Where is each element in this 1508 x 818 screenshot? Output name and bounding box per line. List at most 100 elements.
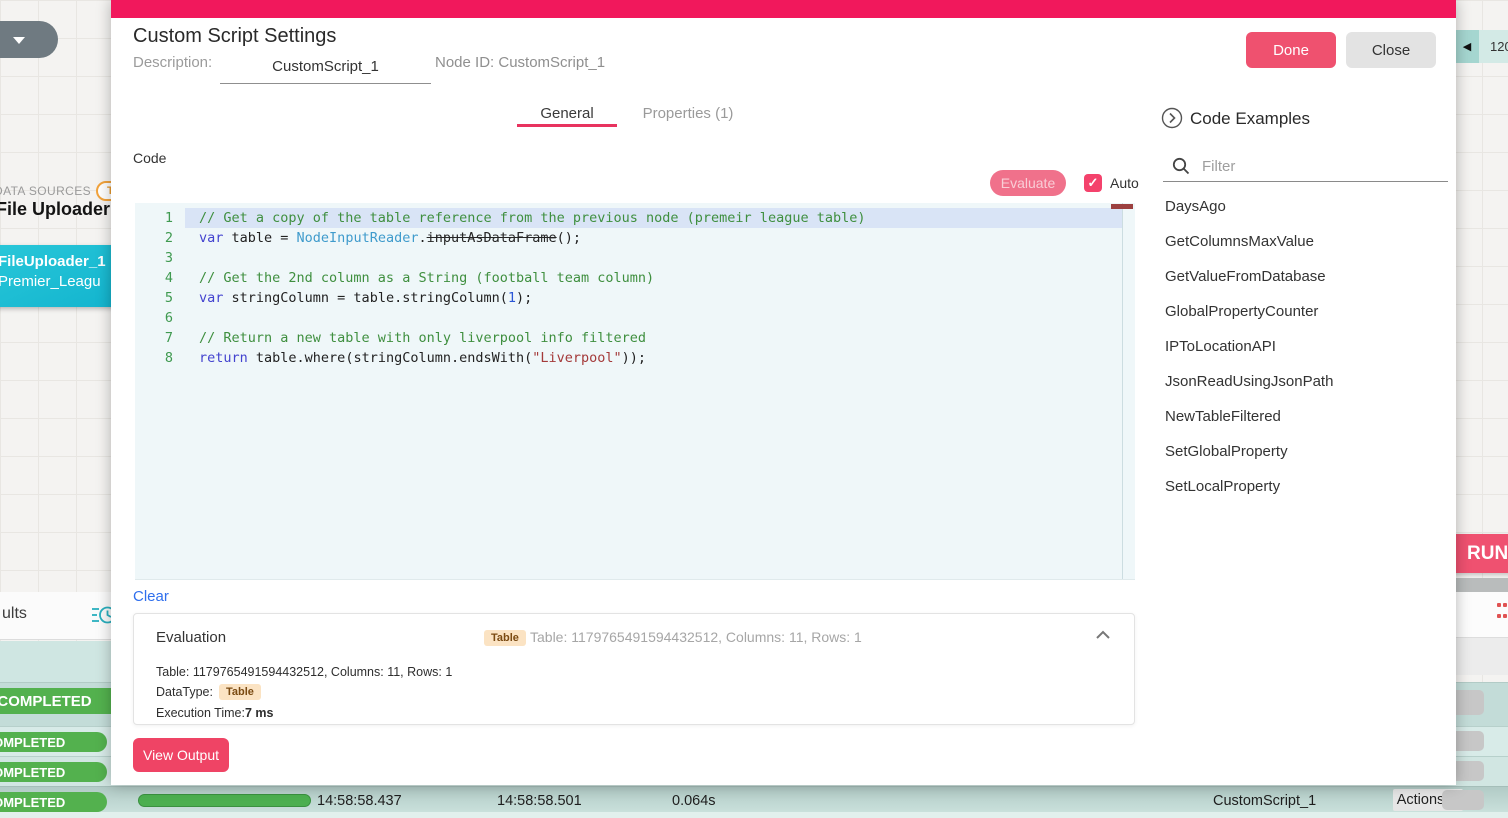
example-item-getcolumnsmaxvalue[interactable]: GetColumnsMaxValue <box>1165 224 1445 259</box>
evaluate-button[interactable]: Evaluate <box>990 170 1066 196</box>
zoom-level-value: 120 <box>1479 30 1508 63</box>
code-text: // Return a new table with only liverpoo… <box>185 328 1122 348</box>
auto-checkbox[interactable]: ✓ <box>1084 174 1102 192</box>
code-editor[interactable]: 1// Get a copy of the table reference fr… <box>135 203 1135 580</box>
status-badge: COMPLETED <box>0 792 107 812</box>
dialog-accent-bar <box>111 0 1456 18</box>
line-number: 5 <box>135 288 185 308</box>
data-sources-section-label: DATA SOURCES <box>0 184 91 198</box>
code-text: // Get a copy of the table reference fro… <box>185 208 1122 228</box>
line-number: 2 <box>135 228 185 248</box>
description-input[interactable] <box>220 50 431 84</box>
datatype-label: DataType: <box>156 685 213 699</box>
red-marker-icon <box>1497 614 1501 618</box>
table-footer-strip <box>0 812 1508 818</box>
start-timestamp: 14:58:58.437 <box>317 793 402 809</box>
tab-properties[interactable]: Properties (1) <box>629 98 747 128</box>
results-panel-header: ults <box>0 592 111 640</box>
results-table-spacer <box>0 641 111 682</box>
filter-underline <box>1163 181 1448 182</box>
row-action-chip[interactable] <box>1442 790 1484 810</box>
code-text <box>185 308 1122 328</box>
example-item-jsonreadusingjsonpath[interactable]: JsonReadUsingJsonPath <box>1165 364 1445 399</box>
execution-time-row: Execution Time:7 ms <box>156 706 273 720</box>
editor-scrollbar[interactable] <box>1122 203 1135 579</box>
progress-bar <box>138 794 311 807</box>
code-section-label: Code <box>133 150 166 166</box>
example-item-setlocalproperty[interactable]: SetLocalProperty <box>1165 469 1445 504</box>
custom-script-settings-dialog: Custom Script Settings Description: Node… <box>111 0 1456 785</box>
line-number: 6 <box>135 308 185 328</box>
node-id-label: Node ID: CustomScript_1 <box>435 54 605 71</box>
line-number: 1 <box>135 208 185 228</box>
chevron-up-icon[interactable] <box>1094 628 1112 646</box>
code-text: // Get the 2nd column as a String (footb… <box>185 268 1122 288</box>
triangle-left-icon: ◀ <box>1463 40 1471 53</box>
status-badge: COMPLETED <box>0 762 107 782</box>
chevron-down-icon <box>13 37 25 44</box>
close-button[interactable]: Close <box>1346 32 1436 68</box>
line-number: 7 <box>135 328 185 348</box>
code-line[interactable]: 4// Get the 2nd column as a String (foot… <box>135 268 1135 288</box>
right-panel-fragment <box>1456 592 1508 638</box>
code-examples-list: DaysAgoGetColumnsMaxValueGetValueFromDat… <box>1165 189 1445 504</box>
example-item-globalpropertycounter[interactable]: GlobalPropertyCounter <box>1165 294 1445 329</box>
evaluation-panel: Evaluation Table Table: 1179765491594432… <box>133 613 1135 725</box>
example-item-setglobalproperty[interactable]: SetGlobalProperty <box>1165 434 1445 469</box>
code-text: var table = NodeInputReader.inputAsDataF… <box>185 228 1122 248</box>
view-output-button[interactable]: View Output <box>133 738 229 772</box>
code-examples-title: Code Examples <box>1190 109 1310 129</box>
datatype-badge: Table <box>219 684 261 700</box>
deprecation-ruler-marker <box>1111 204 1133 209</box>
code-line[interactable]: 2var table = NodeInputReader.inputAsData… <box>135 228 1135 248</box>
row-node-name: CustomScript_1 <box>1213 793 1316 809</box>
execution-time-value: 7 ms <box>245 706 274 720</box>
auto-checkbox-label: Auto <box>1110 175 1139 191</box>
code-text <box>185 248 1122 268</box>
right-gray-zone <box>1456 638 1508 675</box>
collapse-panel-chevron-icon[interactable] <box>1161 107 1183 134</box>
execution-time-label: Execution Time: <box>156 706 245 720</box>
evaluation-summary: Table: 1179765491594432512, Columns: 11,… <box>530 629 862 645</box>
code-line[interactable]: 8return table.where(stringColumn.endsWit… <box>135 348 1135 368</box>
example-item-newtablefiltered[interactable]: NewTableFiltered <box>1165 399 1445 434</box>
example-item-getvaluefromdatabase[interactable]: GetValueFromDatabase <box>1165 259 1445 294</box>
zoom-collapse-button[interactable]: ◀ <box>1455 30 1479 63</box>
line-number: 3 <box>135 248 185 268</box>
code-line[interactable]: 6 <box>135 308 1135 328</box>
code-line[interactable]: 5var stringColumn = table.stringColumn(1… <box>135 288 1135 308</box>
active-tab-underline <box>517 124 617 127</box>
duration-value: 0.064s <box>672 793 716 809</box>
code-text: var stringColumn = table.stringColumn(1)… <box>185 288 1122 308</box>
examples-filter-input[interactable] <box>1202 152 1448 180</box>
description-label: Description: <box>133 54 212 71</box>
code-line[interactable]: 3 <box>135 248 1135 268</box>
dialog-title: Custom Script Settings <box>133 25 336 48</box>
code-text: return table.where(stringColumn.endsWith… <box>185 348 1122 368</box>
red-marker-icon <box>1503 603 1507 607</box>
status-badge: COMPLETED <box>0 732 107 752</box>
done-button[interactable]: Done <box>1246 32 1336 68</box>
table-type-badge: Table <box>484 630 526 646</box>
evaluation-title: Evaluation <box>156 629 226 646</box>
actions-label: Actions <box>1397 792 1445 808</box>
collapsed-toolbar-button[interactable] <box>0 21 58 58</box>
evaluation-detail: Table: 1179765491594432512, Columns: 11,… <box>156 665 452 679</box>
search-icon <box>1172 157 1190 180</box>
line-number: 4 <box>135 268 185 288</box>
file-uploader-label: File Uploader <box>0 199 110 220</box>
end-timestamp: 14:58:58.501 <box>497 793 582 809</box>
run-button[interactable]: RUN <box>1448 534 1508 573</box>
line-number: 8 <box>135 348 185 368</box>
code-line[interactable]: 1// Get a copy of the table reference fr… <box>135 208 1135 228</box>
example-item-iptolocationapi[interactable]: IPToLocationAPI <box>1165 329 1445 364</box>
code-line[interactable]: 7// Return a new table with only liverpo… <box>135 328 1135 348</box>
table-row[interactable]: COMPLETED 14:58:58.437 14:58:58.501 0.06… <box>0 786 1508 812</box>
example-item-daysago[interactable]: DaysAgo <box>1165 189 1445 224</box>
results-label: ults <box>2 605 27 623</box>
toolbar-strip <box>1456 578 1508 592</box>
red-marker-icon <box>1497 603 1501 607</box>
red-marker-icon <box>1503 614 1507 618</box>
clear-link[interactable]: Clear <box>133 588 169 605</box>
fullscreen-icon[interactable] <box>1220 41 1237 58</box>
